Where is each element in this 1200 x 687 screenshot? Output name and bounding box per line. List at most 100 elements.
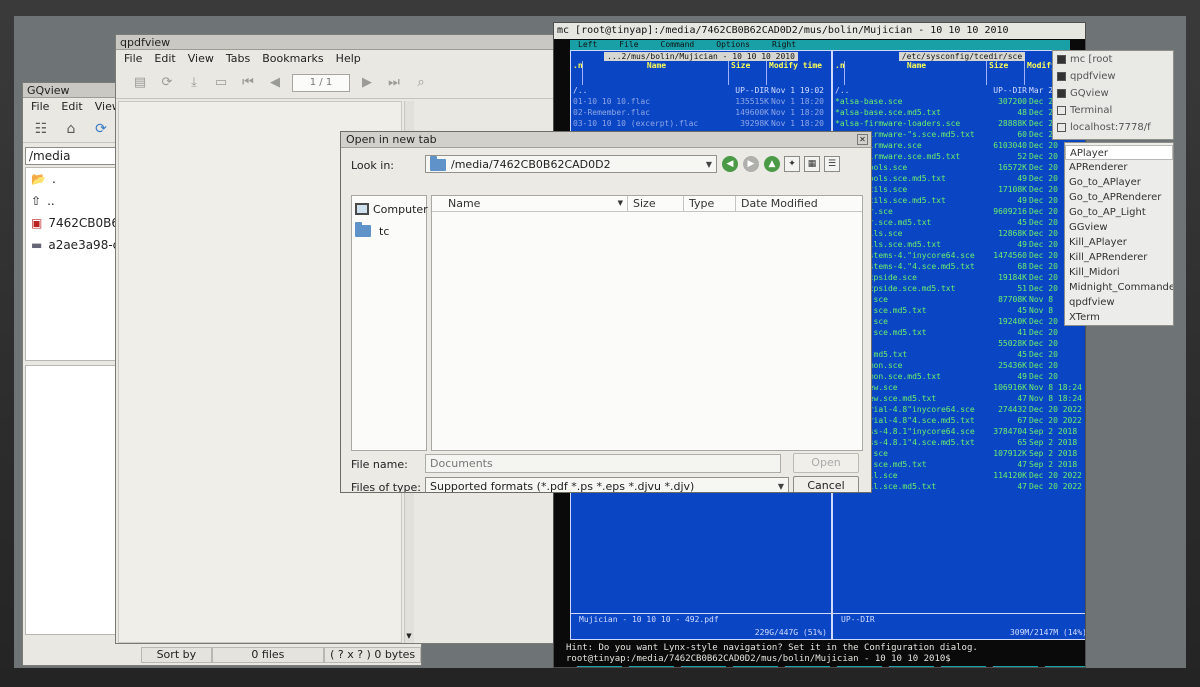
list-view-icon[interactable]: ▦ [804, 156, 820, 172]
menu-item[interactable]: Go_to_APRenderer [1065, 190, 1173, 205]
cell-size: 67 [1017, 416, 1027, 425]
task-item[interactable]: qpdfview [1053, 68, 1173, 85]
menu-item[interactable]: Midnight_Commander [1065, 280, 1173, 295]
menu-item[interactable]: Go_to_AP_Light [1065, 205, 1173, 220]
fkey-copy[interactable]: 5Copy [778, 666, 830, 667]
table-row[interactable]: /.. UP--DIR Mar 29 [833, 85, 1085, 96]
mc-menu-command[interactable]: Command [661, 40, 695, 50]
close-icon[interactable]: ✕ [857, 134, 868, 145]
fkey-delete[interactable]: 8Delete [934, 666, 986, 667]
menu-item[interactable]: Go_to_APlayer [1065, 175, 1173, 190]
column-type[interactable]: Type [684, 196, 736, 211]
menu-item[interactable]: APRenderer [1065, 160, 1173, 175]
fkey-quit[interactable]: 10Quit [1038, 666, 1085, 667]
next-page-icon[interactable]: ▶ [357, 73, 377, 93]
column-name[interactable]: Name ▼ [432, 196, 628, 211]
table-row[interactable]: 01-10 10 10.flac 135515K Nov 1 18:20 [571, 96, 831, 107]
table-row[interactable]: 03-10 10 10 (excerpt).flac 39298K Nov 1 18… [571, 118, 831, 129]
place-computer[interactable]: Computer [352, 198, 428, 220]
cell-size: 65 [1017, 438, 1027, 447]
scroll-down-arrow-icon[interactable]: ▼ [404, 631, 414, 641]
parent-directory-icon[interactable]: ▲ [764, 156, 780, 172]
previous-page-icon[interactable]: ◀ [265, 73, 285, 93]
thumbnails-icon[interactable]: ☷ [31, 120, 51, 138]
refresh-icon[interactable]: ⟳ [157, 73, 177, 93]
cell-time: Sep 2 2018 [1029, 449, 1078, 458]
folder-icon: 📂 [31, 172, 46, 186]
column-date-modified[interactable]: Date Modified [736, 196, 862, 211]
mc-menu-right[interactable]: Right [772, 40, 796, 50]
task-item[interactable]: GQview [1053, 85, 1173, 102]
open-icon[interactable]: ▤ [130, 73, 150, 93]
menu-item[interactable]: Kill_APRenderer [1065, 250, 1173, 265]
file-list[interactable]: Name ▼ Size Type Date Modified [431, 195, 863, 451]
menu-bookmarks[interactable]: Bookmarks [262, 50, 323, 67]
task-item[interactable]: localhost:7778/f [1053, 119, 1173, 136]
forward-icon[interactable]: ▶ [743, 156, 759, 172]
open-file-dialog: Open in new tab ✕ Look in: /media/7462CB… [340, 131, 872, 493]
mc-command-prompt[interactable]: root@tinyap:/media/7462CB0B62CAD0D2/mus/… [566, 654, 951, 664]
back-icon[interactable]: ◀ [722, 156, 738, 172]
detail-view-icon[interactable]: ☰ [824, 156, 840, 172]
home-icon[interactable]: ⌂ [61, 120, 81, 138]
menu-item[interactable]: Kill_Midori [1065, 265, 1173, 280]
cell-time: Dec 20 [1029, 372, 1058, 381]
table-row[interactable]: 02-Remember.flac 149600K Nov 1 18:20 [571, 107, 831, 118]
new-folder-icon[interactable]: ✦ [784, 156, 800, 172]
menu-item[interactable]: APlayer [1065, 145, 1173, 160]
task-item[interactable]: localhost:7778/f [1053, 136, 1173, 139]
qpdfview-titlebar[interactable]: qpdfview [116, 35, 566, 50]
file-name-input[interactable]: Documents [425, 454, 781, 473]
cell-time: Dec 20 2022 [1029, 471, 1082, 480]
menu-file[interactable]: File [124, 50, 142, 67]
menu-item[interactable]: qpdfview [1065, 295, 1173, 310]
mc-menu-left[interactable]: Left [578, 40, 597, 50]
mc-titlebar[interactable]: mc [root@tinyap]:/media/7462CB0B62CAD0D2… [554, 23, 1085, 39]
menu-edit[interactable]: Edit [61, 98, 82, 115]
fkey-menu[interactable]: 2Menu [622, 666, 674, 667]
column-size[interactable]: Size [628, 196, 684, 211]
cell-size: 106916K [993, 383, 1027, 392]
search-icon[interactable]: ⌕ [411, 73, 431, 93]
fkey-help[interactable]: 1Help [570, 666, 622, 667]
last-page-icon[interactable]: ⏭ [384, 73, 404, 93]
page-number-box[interactable]: 1 / 1 [292, 73, 350, 92]
menu-item[interactable]: Kill_APlayer [1065, 235, 1173, 250]
fkey-mkdir[interactable]: 7Mkdir [882, 666, 934, 667]
cancel-button[interactable]: Cancel [793, 476, 859, 492]
save-icon[interactable]: ⤓ [184, 73, 204, 93]
fkey-view[interactable]: 3View [674, 666, 726, 667]
refresh-icon[interactable]: ⟳ [91, 120, 111, 138]
sort-button[interactable]: Sort by name [141, 647, 212, 665]
cell-time: Nov 1 19:02 [771, 86, 824, 95]
task-item[interactable]: mc [root [1053, 51, 1173, 68]
print-icon[interactable]: ▭ [211, 73, 231, 93]
cell-size: 47 [1017, 460, 1027, 469]
table-row[interactable]: *alsa-base.sce 307200 Dec 20 [833, 96, 1085, 107]
task-item[interactable]: Terminal [1053, 102, 1173, 119]
fkey-pulldn[interactable]: 9PullDn [986, 666, 1038, 667]
fkey-renmov[interactable]: 6RenMov [830, 666, 882, 667]
menu-item[interactable]: GGview [1065, 220, 1173, 235]
menu-item[interactable]: XTerm [1065, 310, 1173, 325]
mc-menubar: Left File Command Options Right [570, 40, 1070, 50]
menu-edit[interactable]: Edit [154, 50, 175, 67]
place-tc[interactable]: tc [352, 220, 426, 242]
dialog-titlebar[interactable]: Open in new tab ✕ [341, 132, 871, 148]
mc-menu-options[interactable]: Options [716, 40, 750, 50]
menu-view[interactable]: View [188, 50, 214, 67]
table-row[interactable]: /.. UP--DIR Nov 1 19:02 [571, 85, 831, 96]
file-count: 0 files [211, 647, 325, 663]
table-row[interactable]: *alsa-firmware-loaders.sce 28888K Dec 20 [833, 118, 1085, 129]
open-button[interactable]: Open [793, 453, 859, 473]
files-of-type-combo[interactable]: Supported formats (*.pdf *.ps *.eps *.dj… [425, 477, 789, 492]
mc-menu-file[interactable]: File [619, 40, 638, 50]
menu-file[interactable]: File [31, 98, 49, 115]
look-in-combo[interactable]: /media/7462CB0B62CAD0D2 ▼ [425, 155, 717, 173]
first-page-icon[interactable]: ⏮ [238, 73, 258, 93]
cell-size: 25436K [998, 361, 1027, 370]
table-row[interactable]: *alsa-base.sce.md5.txt 48 Dec 20 [833, 107, 1085, 118]
fkey-edit[interactable]: 4Edit [726, 666, 778, 667]
menu-tabs[interactable]: Tabs [226, 50, 250, 67]
menu-help[interactable]: Help [336, 50, 361, 67]
